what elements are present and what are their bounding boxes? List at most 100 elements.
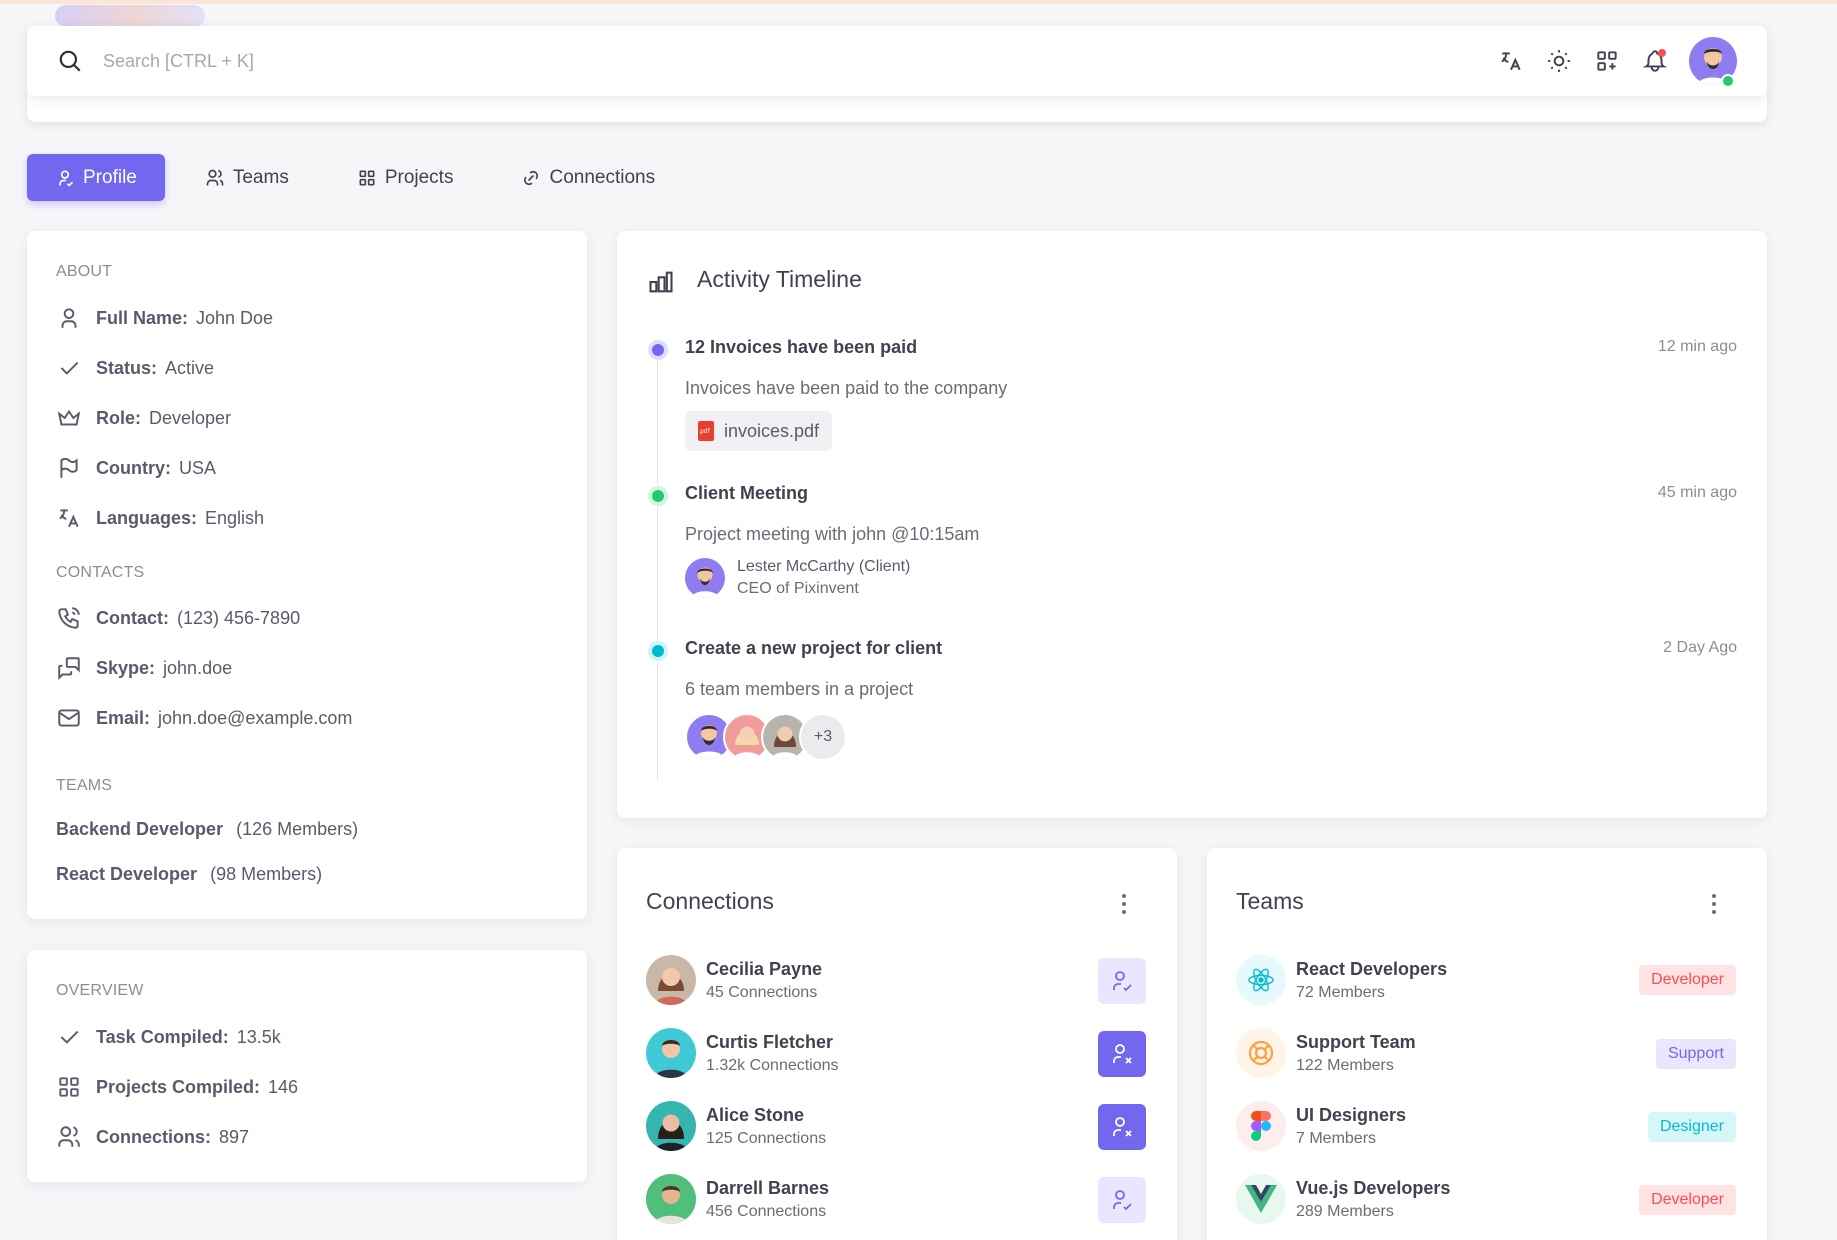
- tab-label: Teams: [232, 166, 289, 188]
- contacts-label: CONTACTS: [56, 564, 145, 581]
- team-members: (126 Members): [236, 819, 359, 839]
- team-badge: Support: [1655, 1039, 1736, 1069]
- timeline-item-time: 12 min ago: [1657, 338, 1737, 355]
- contact-value[interactable]: john.doe@example.com: [158, 708, 352, 729]
- team-badge: Developer: [1639, 1185, 1736, 1215]
- connected-button[interactable]: [1098, 1177, 1146, 1223]
- tab-teams[interactable]: Teams: [177, 154, 317, 201]
- tab-label: Projects: [384, 166, 454, 188]
- about-key: Full Name:: [96, 307, 189, 328]
- team-name[interactable]: Vue.js Developers: [1296, 1178, 1450, 1199]
- connection-avatar: [646, 1101, 696, 1151]
- overview-tasks: Task Compiled: 13.5k: [56, 1024, 281, 1050]
- overview-projects: Projects Compiled: 146: [56, 1074, 298, 1100]
- tab-projects[interactable]: Projects: [329, 154, 482, 201]
- tab-profile[interactable]: Profile: [27, 154, 165, 201]
- invoice-attachment[interactable]: invoices.pdf: [685, 411, 833, 451]
- vue-icon: [1236, 1174, 1286, 1224]
- disconnect-button[interactable]: [1098, 1031, 1146, 1077]
- top-navbar: Search [CTRL + K]: [27, 26, 1767, 96]
- background-blur: [55, 5, 205, 27]
- team-backend: Backend Developer (126 Members): [56, 819, 358, 840]
- navbar-shadow: [27, 92, 1767, 122]
- profile-tabs: Profile Teams Projects Connections: [27, 154, 683, 201]
- timeline-dot: [648, 340, 668, 360]
- overview-card: OVERVIEW Task Compiled: 13.5k Projects C…: [27, 950, 587, 1182]
- connection-name[interactable]: Curtis Fletcher: [706, 1032, 839, 1053]
- check-icon: [60, 1030, 79, 1044]
- timeline-item-text: 6 team members in a project: [685, 679, 914, 699]
- top-accent-line: [0, 0, 1837, 4]
- about-languages: Languages: English: [56, 505, 264, 531]
- team-members: 72 Members: [1296, 983, 1385, 1001]
- connection-name[interactable]: Cecilia Payne: [706, 959, 822, 980]
- search-icon[interactable]: [57, 48, 83, 74]
- team-name[interactable]: React Developers: [1296, 959, 1447, 980]
- connection-name[interactable]: Darrell Barnes: [706, 1178, 829, 1199]
- tab-label: Connections: [549, 166, 656, 188]
- pdf-icon: [698, 421, 714, 441]
- navbar-actions: [1497, 37, 1737, 85]
- timeline-item-title: Client Meeting: [685, 483, 809, 503]
- contact-value[interactable]: john.doe: [163, 658, 232, 679]
- timeline-title: Activity Timeline: [697, 266, 862, 292]
- phone-icon: [58, 607, 80, 629]
- about-key: Status:: [96, 357, 158, 378]
- about-key: Languages:: [96, 507, 198, 528]
- tab-label: Profile: [83, 166, 137, 188]
- about-value: Developer: [149, 407, 232, 428]
- team-members: 7 Members: [1296, 1129, 1377, 1147]
- apps-icon[interactable]: [1593, 47, 1621, 75]
- figma-icon: [1236, 1101, 1286, 1151]
- search-input[interactable]: Search [CTRL + K]: [103, 51, 1497, 72]
- about-key: Role:: [96, 407, 141, 428]
- disconnect-button[interactable]: [1098, 1104, 1146, 1150]
- contact-key: Contact:: [96, 607, 169, 628]
- kebab-menu-icon[interactable]: [1121, 892, 1127, 916]
- users-icon: [58, 1126, 80, 1147]
- contact-email: Email: john.doe@example.com: [56, 705, 352, 731]
- connections-card: Connections Cecilia Payne 45 Connections…: [617, 848, 1177, 1240]
- contact-key: Skype:: [96, 657, 156, 678]
- team-badge: Designer: [1647, 1112, 1736, 1142]
- contact-value[interactable]: (123) 456-7890: [177, 608, 300, 629]
- timeline-dot: [648, 641, 668, 661]
- team-avatar-group[interactable]: +3: [685, 713, 847, 761]
- translate-icon[interactable]: [1497, 47, 1525, 75]
- client-role: CEO of Pixinvent: [737, 580, 859, 597]
- bell-icon[interactable]: [1641, 47, 1669, 75]
- user-x-icon: [1113, 1044, 1132, 1064]
- chart-bar-icon: [649, 271, 673, 293]
- contact-phone: Contact: (123) 456-7890: [56, 605, 300, 631]
- client-name: Lester McCarthy (Client): [737, 558, 911, 575]
- connection-item: Cecilia Payne 45 Connections: [646, 955, 1146, 1005]
- timeline-item-text: Project meeting with john @10:15am: [685, 524, 980, 544]
- about-label: ABOUT: [56, 263, 113, 280]
- kebab-menu-icon[interactable]: [1711, 892, 1717, 916]
- connected-button[interactable]: [1098, 958, 1146, 1004]
- overview-key: Projects Compiled:: [96, 1076, 261, 1097]
- tab-connections[interactable]: Connections: [493, 154, 683, 201]
- notification-badge: [1658, 49, 1666, 57]
- attachment-name: invoices.pdf: [724, 420, 820, 441]
- mail-icon: [58, 709, 80, 727]
- connection-count: 45 Connections: [706, 983, 818, 1001]
- overview-key: Connections:: [96, 1126, 211, 1147]
- connection-name[interactable]: Alice Stone: [706, 1105, 826, 1126]
- team-name[interactable]: UI Designers: [1296, 1105, 1406, 1126]
- timeline-item-title: Create a new project for client: [685, 638, 943, 658]
- connection-item: Curtis Fletcher 1.32k Connections: [646, 1028, 1146, 1078]
- about-value: English: [205, 507, 265, 528]
- connection-avatar: [646, 955, 696, 1005]
- user-check-icon: [1113, 1190, 1132, 1211]
- overview-value: 13.5k: [236, 1026, 281, 1047]
- about-key: Country:: [96, 457, 171, 478]
- grid-icon: [359, 170, 375, 185]
- team-members: 122 Members: [1296, 1056, 1394, 1074]
- client-avatar: [685, 558, 725, 598]
- sun-icon[interactable]: [1545, 47, 1573, 75]
- about-value: Active: [165, 357, 215, 378]
- contact-key: Email:: [96, 707, 151, 728]
- user-icon: [61, 308, 77, 328]
- team-name[interactable]: Support Team: [1296, 1032, 1416, 1053]
